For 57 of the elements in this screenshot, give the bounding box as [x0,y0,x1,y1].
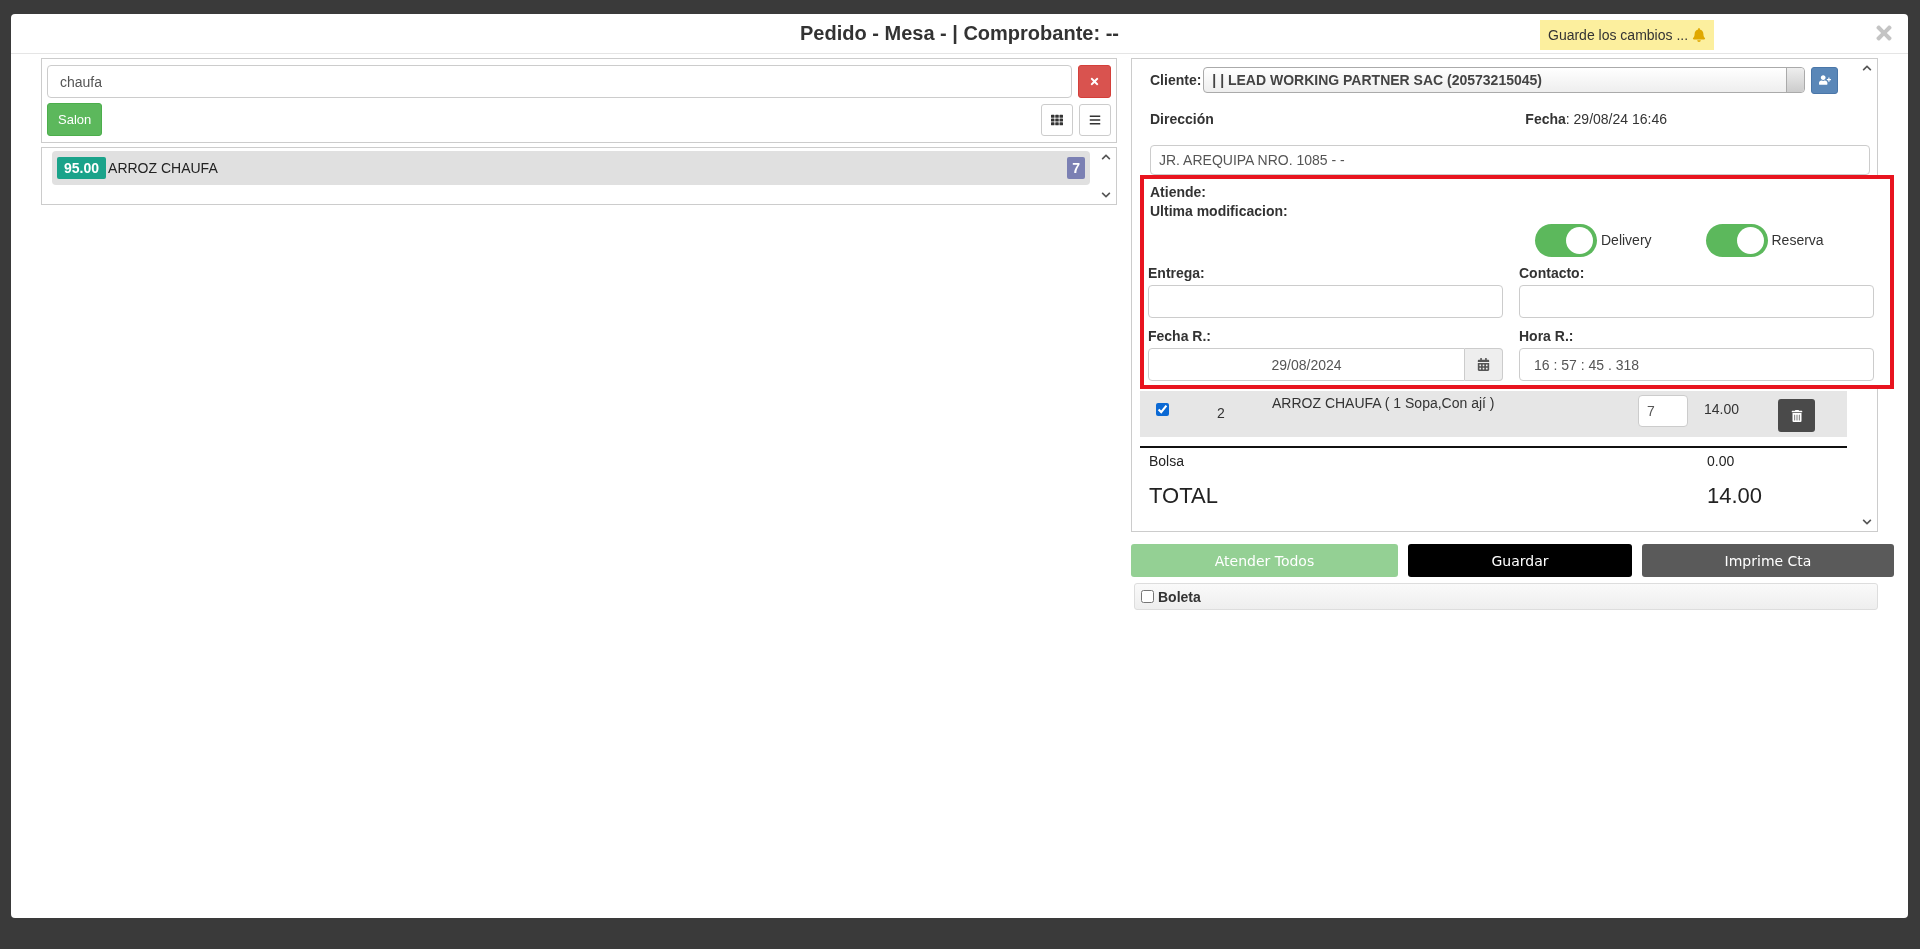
input-field[interactable] [1519,285,1874,318]
toggle-label: Reserva [1771,232,1824,248]
client-label: Cliente: [1150,72,1202,88]
receipt-checkbox[interactable] [1141,590,1154,603]
action-button[interactable]: Guardar [1407,544,1632,577]
add-user-icon [1818,74,1831,86]
field-label: Contacto: [1519,265,1586,281]
toggle-label: Delivery [1601,232,1652,248]
calendar-button[interactable] [1465,348,1503,381]
action-button[interactable]: Imprime Cta [1642,544,1894,577]
client-select[interactable]: | | LEAD WORKING PARTNER SAC (20573215045) [1203,67,1806,93]
delete-button[interactable] [1778,399,1815,432]
scroll-up-icon[interactable] [1862,63,1872,73]
scroll-up-icon[interactable] [1101,152,1111,162]
field-label: Entrega: [1148,265,1206,281]
quantity-field[interactable]: 7 [1638,395,1688,427]
search-field[interactable]: chaufa [47,65,1072,98]
count-badge: 7 [1067,157,1085,179]
date-field[interactable]: 29/08/2024 [1148,348,1465,381]
line-number: 2 [1217,405,1226,421]
grid-icon [1051,113,1063,126]
receipt-option[interactable]: Boleta [1134,583,1878,610]
save-notice: Guarde los cambios ... [1540,20,1715,50]
line-checkbox[interactable] [1156,403,1169,416]
grid-view-button[interactable] [1041,103,1073,136]
total-label: TOTAL [1149,483,1218,509]
total-label: Bolsa [1149,453,1185,469]
calendar-icon [1477,358,1490,371]
address-label: Dirección [1150,111,1214,127]
info-label: Atiende: [1149,183,1207,202]
clear-button[interactable] [1078,65,1111,98]
add-client-button[interactable] [1811,66,1839,94]
field-label: Fecha R.: [1148,328,1212,344]
product-item[interactable]: 95.00 ARROZ CHAUFA 7 [52,151,1090,185]
input-field[interactable] [1148,285,1503,318]
dialog-title: Pedido - Mesa - | Comprobante: -- [800,22,1119,45]
toggle-switch[interactable] [1705,223,1768,257]
list-view-button[interactable] [1079,103,1111,136]
trash-icon [1790,409,1803,422]
price-badge: 95.00 [57,157,107,179]
total-value: 14.00 [1707,483,1764,509]
input-field[interactable]: 16 : 57 : 45 . 318 [1519,348,1874,381]
scroll-down-icon[interactable] [1862,517,1872,527]
order-date: Fecha: 29/08/24 16:46 [1525,111,1667,127]
scroll-down-icon[interactable] [1101,190,1111,200]
info-label: Ultima modificacion: [1149,202,1289,221]
receipt-label: Boleta [1158,588,1201,605]
line-amount: 14.00 [1704,401,1741,417]
line-name: ARROZ CHAUFA ( 1 Sopa,Con ají ) [1272,395,1496,411]
close-icon [1089,76,1100,87]
address-field[interactable]: JR. AREQUIPA NRO. 1085 - - [1150,145,1870,175]
total-value: 0.00 [1707,453,1736,469]
product-name: ARROZ CHAUFA [108,160,219,176]
bell-icon [1692,28,1707,42]
toggle-switch[interactable] [1535,223,1597,257]
menu-icon [1089,113,1101,126]
field-label: Hora R.: [1519,328,1575,344]
